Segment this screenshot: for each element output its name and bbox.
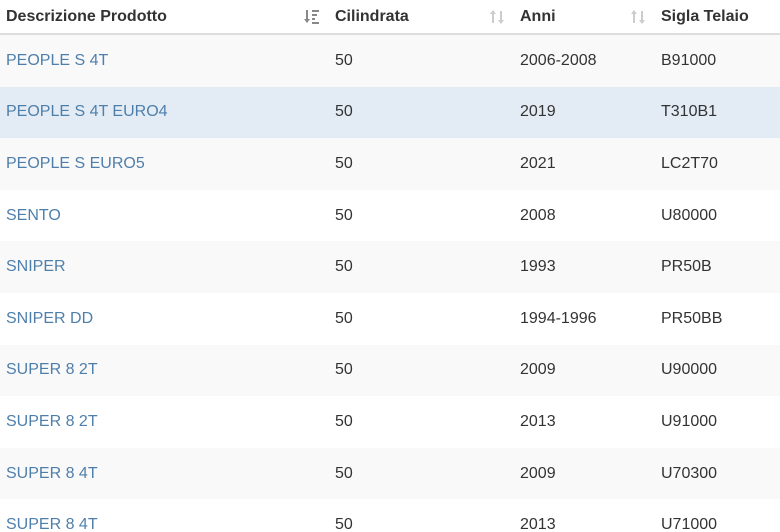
cell-anni: 1993 [520,258,556,276]
cell-cilindrata: 50 [335,412,353,430]
product-link[interactable]: SNIPER DD [6,310,93,327]
cell-cilindrata: 50 [335,51,353,69]
cell-anni: 2009 [520,361,556,379]
cell-descrizione: SNIPER [0,241,329,293]
cell-descrizione: PEOPLE S 4T EURO4 [0,87,329,139]
cell-sigla-telaio: PR50BB [661,309,723,327]
table-row[interactable]: SNIPER DD 50 1994-1996 PR50BB [0,292,780,345]
cell-sigla-telaio: U71000 [661,516,718,532]
sort-both-icon[interactable] [488,8,506,26]
cell-anni: 2013 [520,516,556,532]
cell-descrizione: SUPER 8 4T [0,499,329,532]
cell-cilindrata: 50 [335,361,353,379]
cell-descrizione: SUPER 8 2T [0,396,329,448]
product-link[interactable]: SUPER 8 4T [6,516,98,532]
column-header-label: Cilindrata [335,7,409,25]
cell-cilindrata: 50 [335,464,353,482]
table-row[interactable]: PEOPLE S 4T 50 2006-2008 B91000 [0,34,780,87]
product-link[interactable]: SUPER 8 2T [6,413,98,430]
header-row: Descrizione Prodotto Cilindrata Anni Sig… [0,0,780,35]
cell-anni: 2008 [520,206,556,224]
product-link[interactable]: SENTO [6,207,61,224]
column-header-cilindrata[interactable]: Cilindrata [329,0,514,35]
table-row[interactable]: SUPER 8 4T 50 2009 U70300 [0,447,780,500]
cell-cilindrata: 50 [335,309,353,327]
cell-sigla-telaio: B91000 [661,51,717,69]
product-link[interactable]: PEOPLE S 4T EURO4 [6,103,168,120]
sort-descending-icon[interactable] [303,8,321,26]
cell-anni: 2006-2008 [520,51,597,69]
product-link[interactable]: SUPER 8 2T [6,361,98,378]
table-row[interactable]: PEOPLE S EURO5 50 2021 LC2T70 [0,138,780,190]
sort-both-icon[interactable] [629,8,647,26]
column-header-label: Sigla Telaio [661,7,749,25]
cell-sigla-telaio: U90000 [661,361,718,379]
column-header-label: Descrizione Prodotto [6,7,167,25]
cell-anni: 2019 [520,103,556,121]
cell-cilindrata: 50 [335,103,353,121]
product-table: Descrizione Prodotto Cilindrata Anni Sig… [0,0,780,532]
cell-cilindrata: 50 [335,258,353,276]
table-row[interactable]: SENTO 50 2008 U80000 [0,189,780,242]
column-header-sigla-telaio[interactable]: Sigla Telaio [655,0,780,35]
cell-sigla-telaio: U91000 [661,412,718,430]
cell-sigla-telaio: T310B1 [661,103,718,121]
cell-cilindrata: 50 [335,154,353,172]
cell-anni: 2021 [520,154,556,172]
cell-sigla-telaio: LC2T70 [661,154,718,172]
table-row[interactable]: SUPER 8 4T 50 2013 U71000 [0,499,780,532]
cell-descrizione: SENTO [0,190,329,242]
cell-anni: 2013 [520,412,556,430]
cell-descrizione: PEOPLE S 4T [0,34,329,87]
column-header-anni[interactable]: Anni [514,0,655,35]
table-header: Descrizione Prodotto Cilindrata Anni Sig… [0,0,780,35]
product-link[interactable]: PEOPLE S EURO5 [6,155,145,172]
product-table-container: Descrizione Prodotto Cilindrata Anni Sig… [0,0,780,532]
cell-descrizione: SNIPER DD [0,293,329,345]
cell-anni: 1994-1996 [520,309,597,327]
cell-sigla-telaio: U70300 [661,464,718,482]
cell-cilindrata: 50 [335,516,353,532]
cell-anni: 2009 [520,464,556,482]
column-header-descrizione[interactable]: Descrizione Prodotto [0,0,329,35]
cell-cilindrata: 50 [335,206,353,224]
cell-sigla-telaio: PR50B [661,258,712,276]
table-row[interactable]: SUPER 8 2T 50 2013 U91000 [0,396,780,448]
column-header-label: Anni [520,7,556,25]
cell-descrizione: PEOPLE S EURO5 [0,138,329,190]
cell-descrizione: SUPER 8 2T [0,345,329,397]
product-link[interactable]: SUPER 8 4T [6,465,98,482]
table-row[interactable]: SUPER 8 2T 50 2009 U90000 [0,344,780,397]
cell-sigla-telaio: U80000 [661,206,718,224]
cell-descrizione: SUPER 8 4T [0,448,329,500]
table-row[interactable]: SNIPER 50 1993 PR50B [0,241,780,293]
product-link[interactable]: PEOPLE S 4T [6,52,108,69]
table-row[interactable]: PEOPLE S 4T EURO4 50 2019 T310B1 [0,86,780,139]
product-link[interactable]: SNIPER [6,258,66,275]
table-body: PEOPLE S 4T 50 2006-2008 B91000 PEOPLE S… [0,34,780,532]
